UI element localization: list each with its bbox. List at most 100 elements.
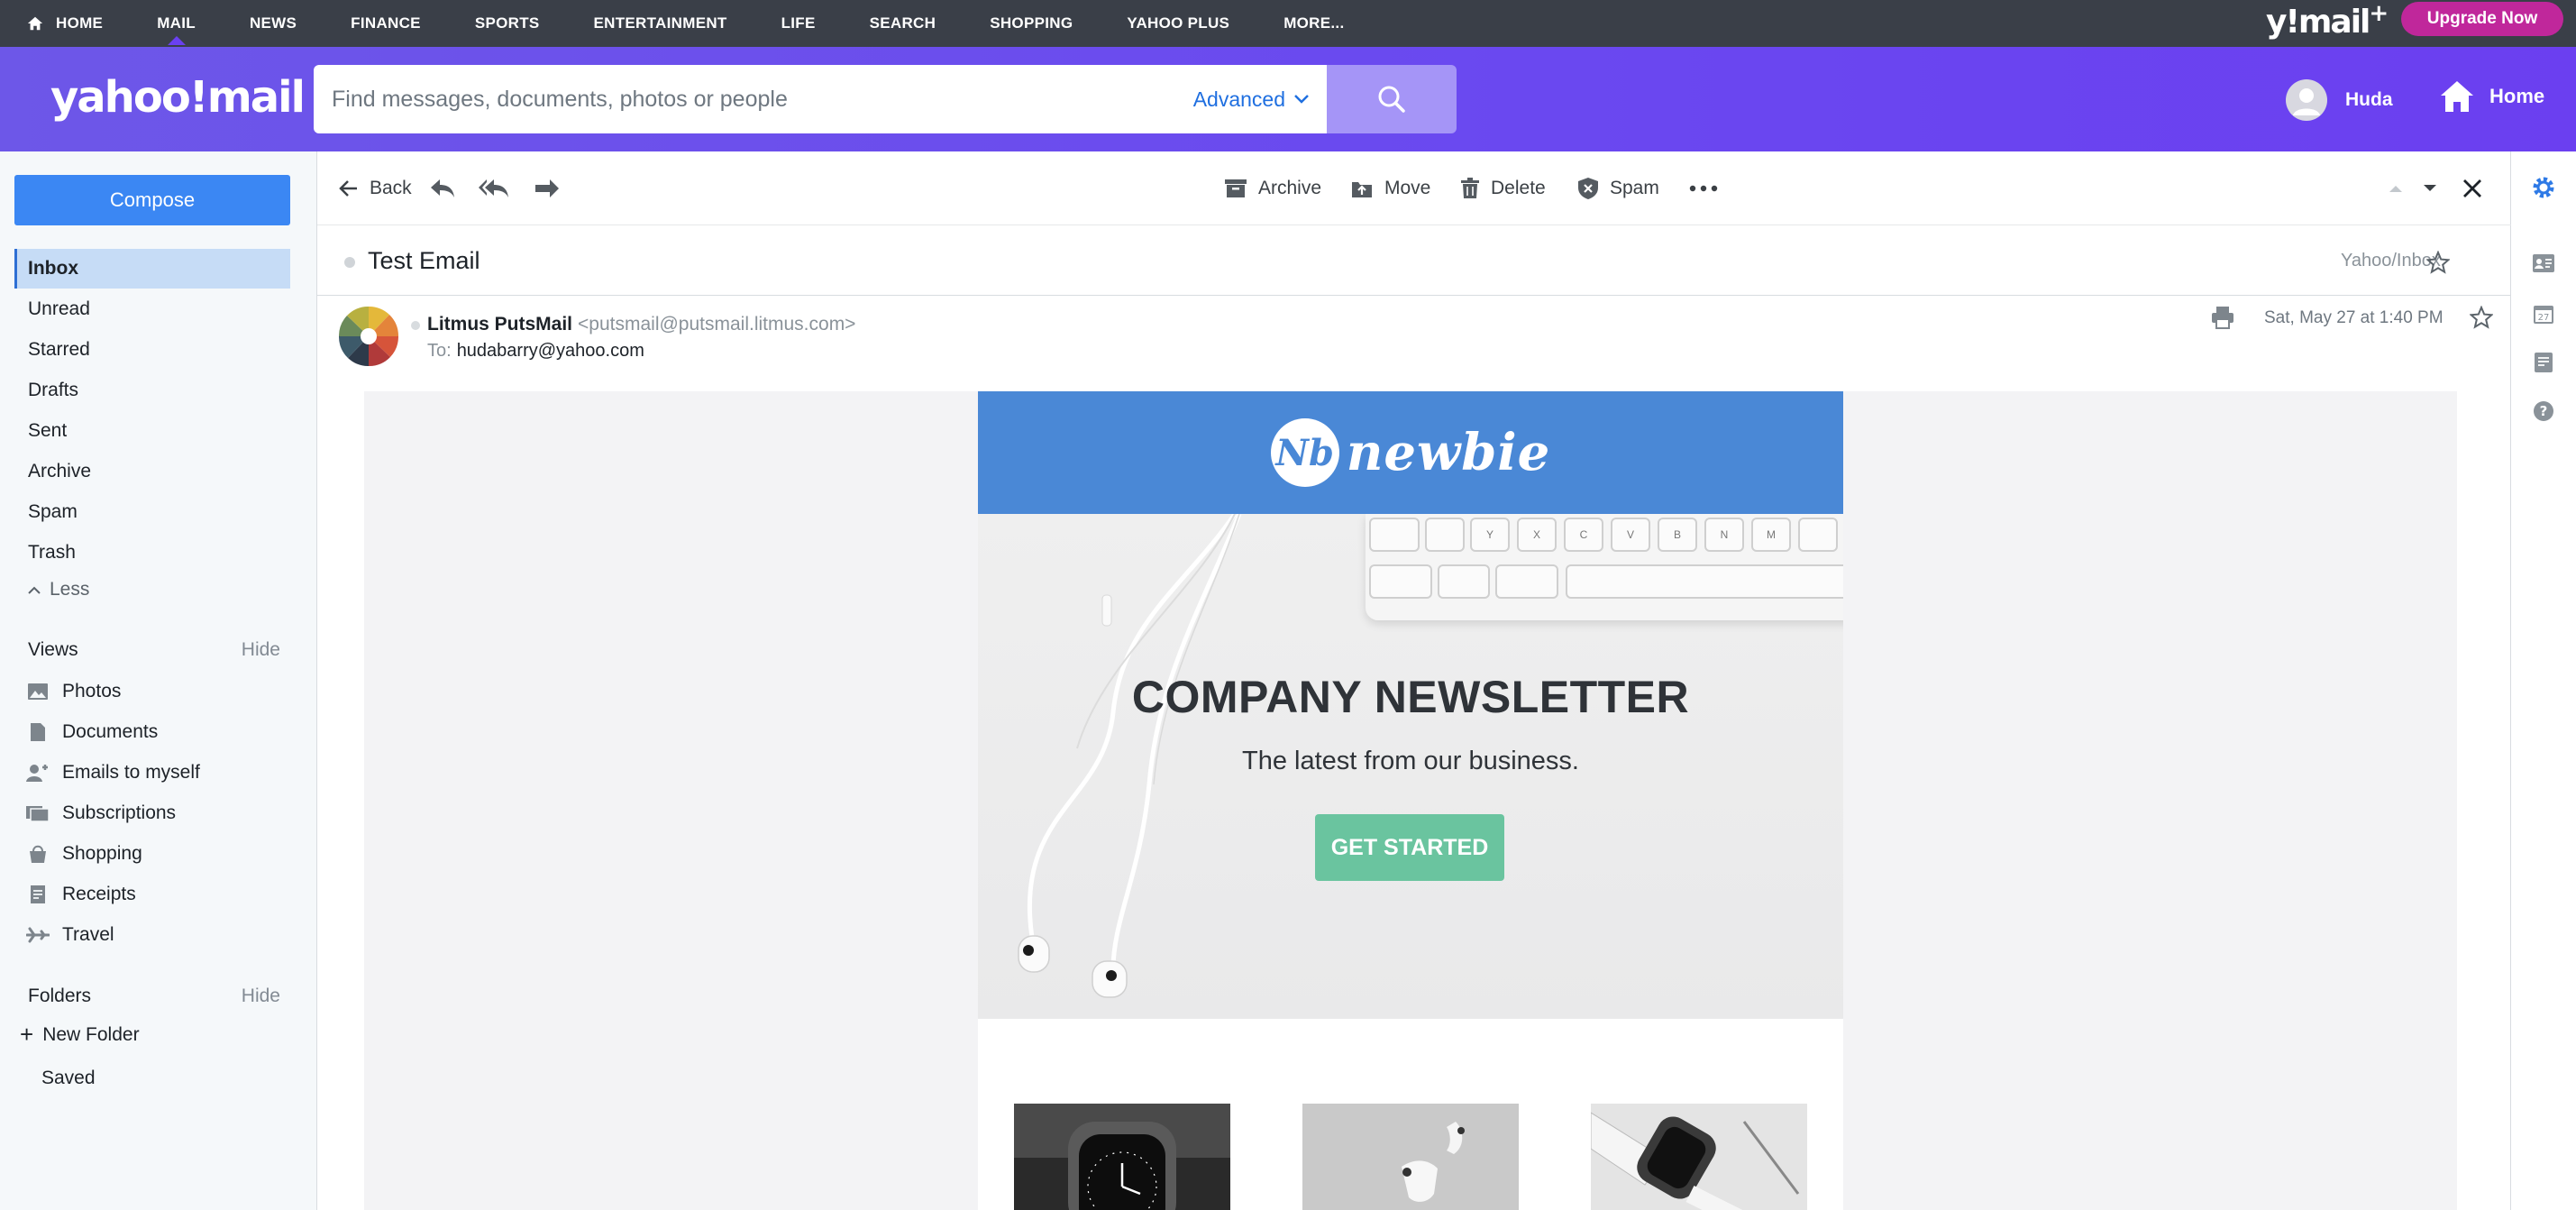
archive-button[interactable]: Archive bbox=[1224, 151, 1321, 225]
less-toggle[interactable]: Less bbox=[28, 579, 89, 600]
nav-home-link[interactable]: HOME bbox=[27, 14, 103, 32]
product-image-smartwatch[interactable] bbox=[1591, 1104, 1807, 1210]
newbie-logo[interactable]: Nb newbie bbox=[1270, 418, 1551, 487]
home-button[interactable]: Home bbox=[2439, 79, 2544, 114]
trash-icon bbox=[1461, 178, 1479, 198]
contacts-icon bbox=[2533, 254, 2554, 272]
to-label: To: bbox=[427, 341, 452, 361]
forward-button[interactable] bbox=[534, 151, 571, 225]
spam-label: Spam bbox=[1610, 178, 1659, 198]
previous-message-button[interactable] bbox=[2389, 151, 2414, 225]
mail-plus-logo[interactable]: y!mail+ bbox=[2266, 0, 2389, 41]
delete-button[interactable]: Delete bbox=[1460, 151, 1546, 225]
sidebar-item-inbox[interactable]: Inbox bbox=[14, 249, 290, 289]
sidebar: Compose Inbox Unread Starred Drafts Sent… bbox=[0, 151, 317, 1210]
notepad-button[interactable] bbox=[2529, 348, 2558, 377]
more-actions-button[interactable] bbox=[1689, 151, 1729, 225]
view-label: Documents bbox=[62, 721, 159, 742]
nav-more-link[interactable]: MORE... bbox=[1283, 14, 1344, 32]
nav-finance-link[interactable]: FINANCE bbox=[351, 14, 421, 32]
view-item-subscriptions[interactable]: Subscriptions bbox=[14, 793, 290, 833]
keyboard-key: V bbox=[1611, 518, 1650, 552]
email-newsletter: Nb newbie Y X C V B N M COMPANY NEWSLETT… bbox=[978, 391, 1843, 1210]
spam-button[interactable]: Spam bbox=[1577, 151, 1659, 225]
search-icon bbox=[1378, 86, 1405, 113]
view-label: Travel bbox=[62, 924, 114, 945]
mail-header: yahoo!mail Find messages, documents, pho… bbox=[0, 47, 2576, 151]
more-dots-icon bbox=[1689, 185, 1718, 192]
search-input[interactable]: Find messages, documents, photos or peop… bbox=[314, 65, 1327, 133]
archive-icon bbox=[1225, 179, 1247, 197]
reply-button[interactable] bbox=[429, 151, 467, 225]
keyboard-spacebar bbox=[1566, 564, 1843, 599]
nav-yahoo-plus-link[interactable]: YAHOO PLUS bbox=[1127, 14, 1229, 32]
sidebar-item-archive[interactable]: Archive bbox=[14, 452, 290, 491]
sidebar-item-drafts[interactable]: Drafts bbox=[14, 371, 290, 410]
nav-entertainment-link[interactable]: ENTERTAINMENT bbox=[594, 14, 727, 32]
nav-sports-link[interactable]: SPORTS bbox=[475, 14, 540, 32]
nav-search-link[interactable]: SEARCH bbox=[870, 14, 936, 32]
view-item-emails-to-myself[interactable]: Emails to myself bbox=[14, 753, 290, 793]
calendar-button[interactable]: 27 bbox=[2529, 299, 2558, 328]
views-title: Views bbox=[28, 639, 78, 660]
right-rail: 27 ? bbox=[2511, 151, 2576, 1210]
document-icon bbox=[25, 722, 50, 742]
sender-name[interactable]: Litmus PutsMail bbox=[427, 314, 572, 335]
sidebar-item-unread[interactable]: Unread bbox=[14, 289, 290, 329]
settings-button[interactable] bbox=[2529, 173, 2558, 202]
keyboard-key bbox=[1438, 564, 1490, 599]
message-toolbar: Back Archive Move Delete Spam bbox=[317, 151, 2511, 225]
read-status-dot[interactable] bbox=[344, 257, 355, 268]
search-button[interactable] bbox=[1327, 65, 1457, 133]
user-icon bbox=[2293, 88, 2320, 115]
close-message-button[interactable] bbox=[2462, 151, 2493, 225]
contacts-button[interactable] bbox=[2529, 249, 2558, 278]
nav-shopping-link[interactable]: SHOPPING bbox=[990, 14, 1073, 32]
chevron-up-icon bbox=[28, 586, 41, 594]
advanced-search-toggle[interactable]: Advanced bbox=[1193, 87, 1309, 112]
view-item-receipts[interactable]: Receipts bbox=[14, 875, 290, 914]
sender-email[interactable]: <putsmail@putsmail.litmus.com> bbox=[578, 314, 855, 335]
folders-hide-link[interactable]: Hide bbox=[242, 985, 280, 1007]
product-image-watch[interactable] bbox=[1014, 1104, 1230, 1210]
home-icon bbox=[2441, 81, 2473, 112]
views-hide-link[interactable]: Hide bbox=[242, 639, 280, 661]
top-nav-bar: HOME MAIL NEWS FINANCE SPORTS ENTERTAINM… bbox=[0, 0, 2576, 47]
nav-life-link[interactable]: LIFE bbox=[781, 14, 816, 32]
sidebar-item-starred[interactable]: Starred bbox=[14, 330, 290, 370]
sidebar-item-spam[interactable]: Spam bbox=[14, 492, 290, 532]
next-message-button[interactable] bbox=[2423, 151, 2448, 225]
new-folder-button[interactable]: + New Folder bbox=[20, 1021, 140, 1049]
sidebar-item-saved[interactable]: Saved bbox=[28, 1059, 304, 1098]
keyboard-key bbox=[1425, 518, 1465, 552]
back-button[interactable]: Back bbox=[339, 151, 412, 225]
newbie-logo-word: newbie bbox=[1346, 423, 1551, 482]
keyboard-key: B bbox=[1658, 518, 1697, 552]
get-started-button[interactable]: GET STARTED bbox=[1315, 814, 1504, 881]
print-icon[interactable] bbox=[2210, 305, 2235, 330]
user-profile-button[interactable]: Huda bbox=[2286, 79, 2393, 121]
star-icon[interactable] bbox=[2426, 251, 2450, 274]
star-icon[interactable] bbox=[2470, 306, 2493, 329]
help-button[interactable]: ? bbox=[2529, 397, 2558, 426]
view-item-shopping[interactable]: Shopping bbox=[14, 834, 290, 874]
recipient-email[interactable]: hudabarry@yahoo.com bbox=[457, 341, 644, 361]
nav-mail-link[interactable]: MAIL bbox=[157, 14, 196, 45]
compose-button[interactable]: Compose bbox=[14, 175, 290, 225]
move-button[interactable]: Move bbox=[1350, 151, 1430, 225]
keyboard-key: N bbox=[1704, 518, 1744, 552]
view-item-travel[interactable]: Travel bbox=[14, 915, 290, 955]
reply-all-button[interactable] bbox=[478, 151, 521, 225]
sidebar-item-trash[interactable]: Trash bbox=[14, 533, 290, 573]
keyboard-image: Y X C V B N M bbox=[1366, 514, 1843, 620]
view-item-documents[interactable]: Documents bbox=[14, 712, 290, 752]
view-item-photos[interactable]: Photos bbox=[14, 672, 290, 711]
photo-icon bbox=[25, 683, 50, 701]
sidebar-item-sent[interactable]: Sent bbox=[14, 411, 290, 451]
upgrade-now-button[interactable]: Upgrade Now bbox=[2401, 2, 2563, 36]
yahoo-mail-logo[interactable]: yahoo!mail bbox=[50, 72, 306, 123]
sender-avatar[interactable] bbox=[339, 307, 398, 366]
views-header: Views Hide bbox=[28, 639, 280, 661]
nav-news-link[interactable]: NEWS bbox=[250, 14, 297, 32]
product-image-earbuds[interactable] bbox=[1302, 1104, 1519, 1210]
